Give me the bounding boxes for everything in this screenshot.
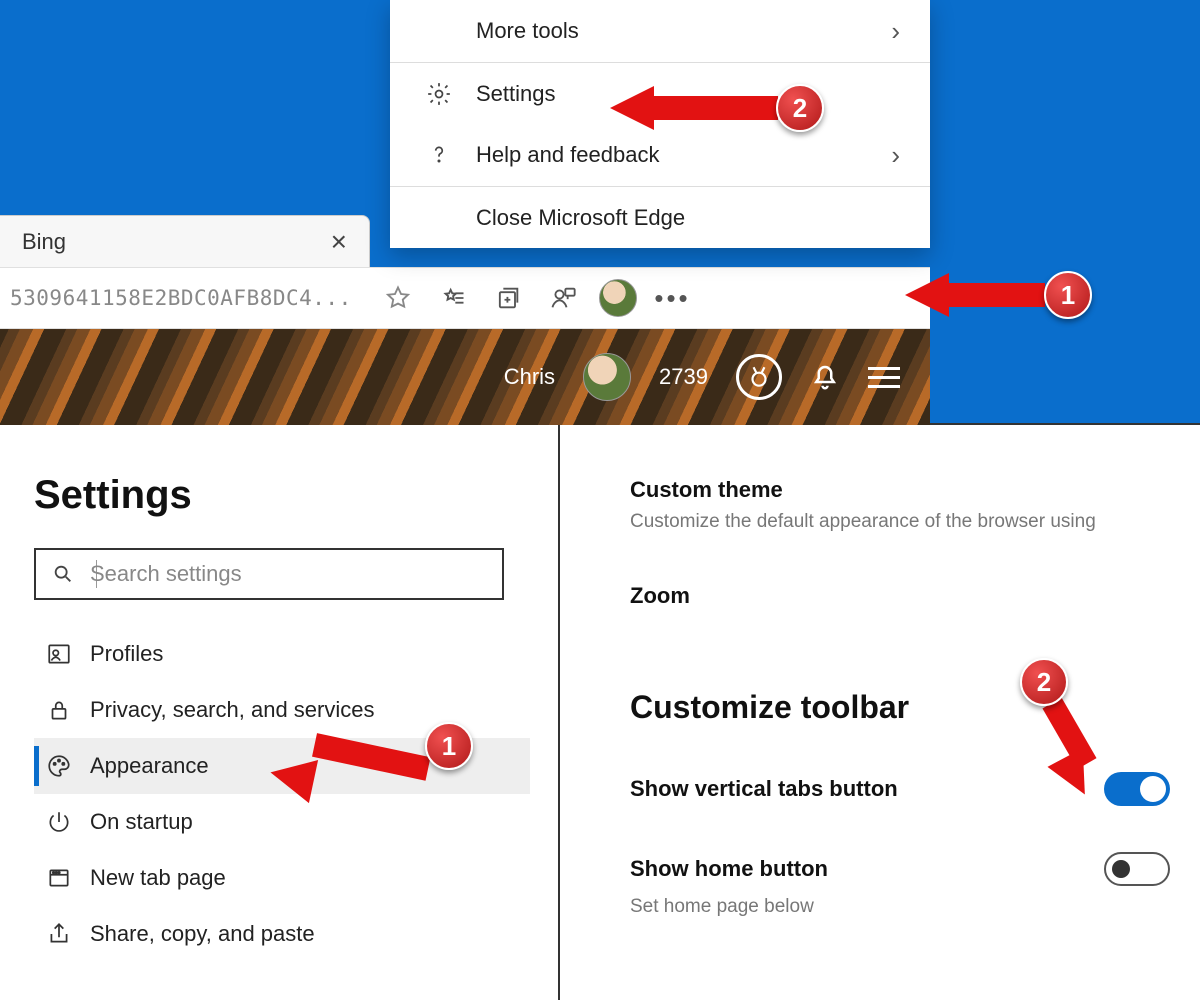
user-name: Chris [504, 364, 555, 390]
menu-label: Close Microsoft Edge [476, 205, 685, 231]
annotation-arrow-head [905, 273, 949, 317]
address-bar-fragment[interactable]: 5309641158E2BDC0AFB8DC4... [0, 286, 370, 310]
menu-label: More tools [476, 18, 579, 44]
customize-toolbar-heading: Customize toolbar [630, 689, 1170, 726]
close-tab-icon[interactable]: × [331, 226, 347, 258]
tab-title: Bing [22, 229, 66, 255]
annotation-arrow-head [610, 86, 654, 130]
home-button-subtext: Set home page below [630, 896, 1170, 918]
rewards-points: 2739 [659, 364, 708, 390]
option-label: Show vertical tabs button [630, 776, 898, 802]
annotation-arrow-shaft [650, 96, 778, 120]
power-icon [46, 809, 72, 835]
annotation-badge-1: 1 [425, 722, 473, 770]
user-avatar[interactable] [583, 353, 631, 401]
profile-avatar-icon[interactable] [590, 268, 645, 328]
palette-icon [46, 753, 72, 779]
nav-label: Privacy, search, and services [90, 697, 374, 723]
lock-icon [46, 697, 72, 723]
nav-label: New tab page [90, 865, 226, 891]
search-icon [52, 563, 74, 585]
question-icon [426, 142, 476, 168]
nav-item-share-copy-paste[interactable]: Share, copy, and paste [34, 906, 530, 962]
search-placeholder: Search settings [90, 561, 242, 587]
search-settings-input[interactable]: Search settings [34, 548, 504, 600]
annotation-badge-1: 1 [1044, 271, 1092, 319]
annotation-badge-2: 2 [776, 84, 824, 132]
collections-icon[interactable] [480, 268, 535, 328]
toggle-show-home-button[interactable] [1104, 852, 1170, 886]
settings-screenshot: Settings Search settings Profiles Privac… [0, 425, 1200, 1000]
bing-header-banner: Chris 2739 [0, 329, 930, 425]
settings-sidebar: Settings Search settings Profiles Privac… [0, 425, 560, 1000]
settings-title: Settings [34, 473, 530, 518]
nav-label: Profiles [90, 641, 163, 667]
custom-theme-label: Custom theme [630, 477, 1170, 503]
favorite-star-outline-icon[interactable] [370, 268, 425, 328]
browser-menu-dropdown: More tools › Settings Help and feedback … [390, 0, 930, 248]
custom-theme-desc: Customize the default appearance of the … [630, 511, 1170, 533]
zoom-label: Zoom [630, 583, 1170, 609]
browser-tab[interactable]: Bing × [0, 215, 370, 267]
chevron-right-icon: › [891, 16, 900, 47]
menu-label: Settings [476, 81, 556, 107]
annotation-badge-2: 2 [1020, 658, 1068, 706]
nav-item-profiles[interactable]: Profiles [34, 626, 530, 682]
browser-toolbar: 5309641158E2BDC0AFB8DC4... ••• [0, 267, 930, 329]
menu-item-help-feedback[interactable]: Help and feedback › [390, 124, 930, 186]
menu-item-more-tools[interactable]: More tools › [390, 0, 930, 62]
profile-card-icon [46, 641, 72, 667]
nav-item-on-startup[interactable]: On startup [34, 794, 530, 850]
hamburger-menu-icon[interactable] [868, 367, 900, 388]
option-label: Show home button [630, 856, 828, 882]
new-tab-icon [46, 865, 72, 891]
notifications-bell-icon[interactable] [810, 362, 840, 392]
nav-label: Share, copy, and paste [90, 921, 315, 947]
feedback-person-icon[interactable] [535, 268, 590, 328]
share-icon [46, 921, 72, 947]
settings-content: Custom theme Customize the default appea… [560, 425, 1200, 1000]
toggle-show-vertical-tabs[interactable] [1104, 772, 1170, 806]
chevron-right-icon: › [891, 140, 900, 171]
option-show-home-button: Show home button [630, 852, 1170, 886]
annotation-arrow-head [266, 751, 318, 803]
more-menu-button[interactable]: ••• [645, 268, 700, 328]
favorites-list-icon[interactable] [425, 268, 480, 328]
browser-screenshot: Bing × 5309641158E2BDC0AFB8DC4... ••• Ch… [0, 0, 1200, 425]
menu-item-close-edge[interactable]: Close Microsoft Edge [390, 186, 930, 248]
nav-item-new-tab-page[interactable]: New tab page [34, 850, 530, 906]
gear-icon [426, 81, 476, 107]
rewards-medal-icon[interactable] [736, 354, 782, 400]
menu-label: Help and feedback [476, 142, 659, 168]
annotation-arrow-shaft [945, 283, 1045, 307]
nav-label: Appearance [90, 753, 209, 779]
nav-label: On startup [90, 809, 193, 835]
